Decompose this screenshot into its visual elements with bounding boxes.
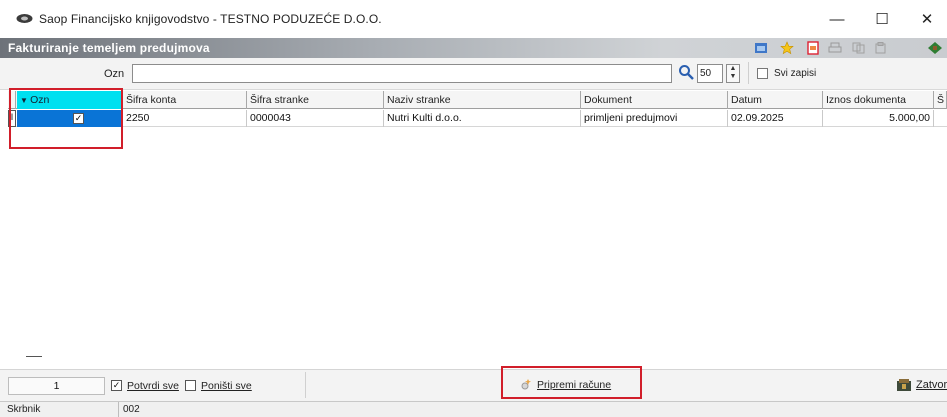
highlight-box-ozn bbox=[9, 88, 123, 149]
confirm-all-label[interactable]: Potvrdi sve bbox=[127, 380, 179, 392]
ozn-filter-input[interactable] bbox=[132, 64, 672, 83]
column-header-sifra-truncated[interactable]: Š bbox=[934, 91, 947, 109]
saop-logo-icon bbox=[16, 14, 33, 23]
datum-cell[interactable]: 02.09.2025 bbox=[728, 110, 823, 127]
cancel-all-label[interactable]: Poništi sve bbox=[201, 380, 252, 392]
print-icon[interactable] bbox=[826, 40, 844, 56]
favorite-star-icon[interactable] bbox=[778, 40, 796, 56]
record-count-input[interactable]: 50 bbox=[697, 64, 723, 83]
highlight-box-prepare bbox=[501, 366, 642, 399]
close-form-button[interactable]: Zatvori bbox=[896, 378, 947, 392]
show-all-label: Svi zapisi bbox=[774, 68, 817, 79]
bottom-toolbar: 1 ✓ Potvrdi sve Poništi sve Pripremi rač… bbox=[0, 369, 947, 401]
form-title: Fakturiranje temeljem predujmova bbox=[8, 41, 210, 55]
paste-icon[interactable] bbox=[872, 40, 890, 56]
close-form-label: Zatvori bbox=[916, 379, 947, 391]
advances-grid: ▼ Ozn Šifra konta Šifra stranke Naziv st… bbox=[8, 91, 947, 349]
collapse-line bbox=[26, 356, 42, 357]
copy-icon[interactable] bbox=[850, 40, 868, 56]
close-window-button[interactable]: ✕ bbox=[907, 5, 947, 33]
column-header-sifra-konta[interactable]: Šifra konta bbox=[123, 91, 247, 109]
filter-separator bbox=[748, 62, 749, 84]
table-row[interactable]: I ✓ 2250 0000043 Nutri Kulti d.o.o. prim… bbox=[8, 110, 947, 127]
grid-header: ▼ Ozn Šifra konta Šifra stranke Naziv st… bbox=[8, 91, 947, 109]
search-icon[interactable] bbox=[678, 64, 694, 81]
page-number-field[interactable]: 1 bbox=[8, 377, 105, 395]
maximize-button[interactable]: ☐ bbox=[862, 5, 902, 33]
ozn-filter-label: Ozn bbox=[104, 68, 125, 80]
bottom-separator-1 bbox=[305, 372, 306, 398]
status-user: Skrbnik bbox=[7, 404, 41, 415]
naziv-stranke-cell[interactable]: Nutri Kulti d.o.o. bbox=[384, 110, 581, 127]
show-all-checkbox[interactable] bbox=[757, 68, 768, 79]
column-header-dokument[interactable]: Dokument bbox=[581, 91, 728, 109]
export-pdf-icon[interactable] bbox=[804, 40, 822, 56]
column-header-iznos-dokumenta[interactable]: Iznos dokumenta bbox=[823, 91, 934, 109]
sifra-konta-cell[interactable]: 2250 bbox=[123, 110, 247, 127]
filter-toolbar: Ozn 50 ▲ ▼ Svi zapisi bbox=[0, 58, 947, 90]
minimize-button[interactable]: — bbox=[817, 5, 857, 33]
column-header-datum[interactable]: Datum bbox=[728, 91, 823, 109]
cancel-all-checkbox[interactable] bbox=[185, 380, 196, 391]
record-count-spinner[interactable]: ▲ ▼ bbox=[726, 64, 740, 83]
iznos-cell[interactable]: 5.000,00 bbox=[823, 110, 934, 127]
window-title: Saop Financijsko knjigovodstvo - TESTNO … bbox=[39, 12, 382, 26]
layout-icon[interactable] bbox=[752, 40, 770, 56]
close-door-icon bbox=[897, 379, 911, 391]
column-header-sifra-stranke[interactable]: Šifra stranke bbox=[247, 91, 384, 109]
form-caption-bar: Fakturiranje temeljem predujmova bbox=[0, 38, 947, 58]
dokument-cell[interactable]: primljeni predujmovi bbox=[581, 110, 728, 127]
sifra-stranke-cell[interactable]: 0000043 bbox=[247, 110, 384, 127]
column-header-naziv-stranke[interactable]: Naziv stranke bbox=[384, 91, 581, 109]
confirm-all-checkbox[interactable]: ✓ bbox=[111, 380, 122, 391]
window-titlebar: Saop Financijsko knjigovodstvo - TESTNO … bbox=[0, 0, 947, 38]
help-book-icon[interactable] bbox=[926, 40, 944, 56]
status-bar: Skrbnik 002 bbox=[0, 401, 947, 417]
status-code: 002 bbox=[118, 402, 947, 417]
